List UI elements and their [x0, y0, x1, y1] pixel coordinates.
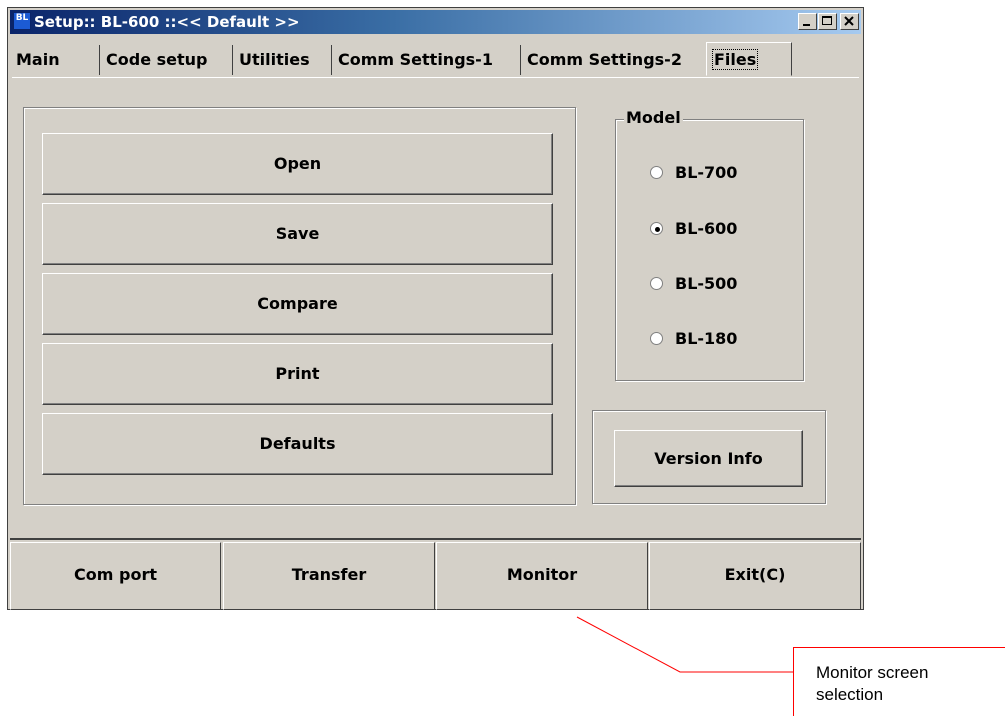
callout-leader-line: [576, 616, 793, 673]
callout-text-line1: Monitor screen: [816, 663, 929, 682]
callout-text-line2: selection: [816, 685, 884, 704]
callout-line-path: [576, 616, 793, 673]
callout-box: Monitor screen selection: [793, 647, 1005, 716]
